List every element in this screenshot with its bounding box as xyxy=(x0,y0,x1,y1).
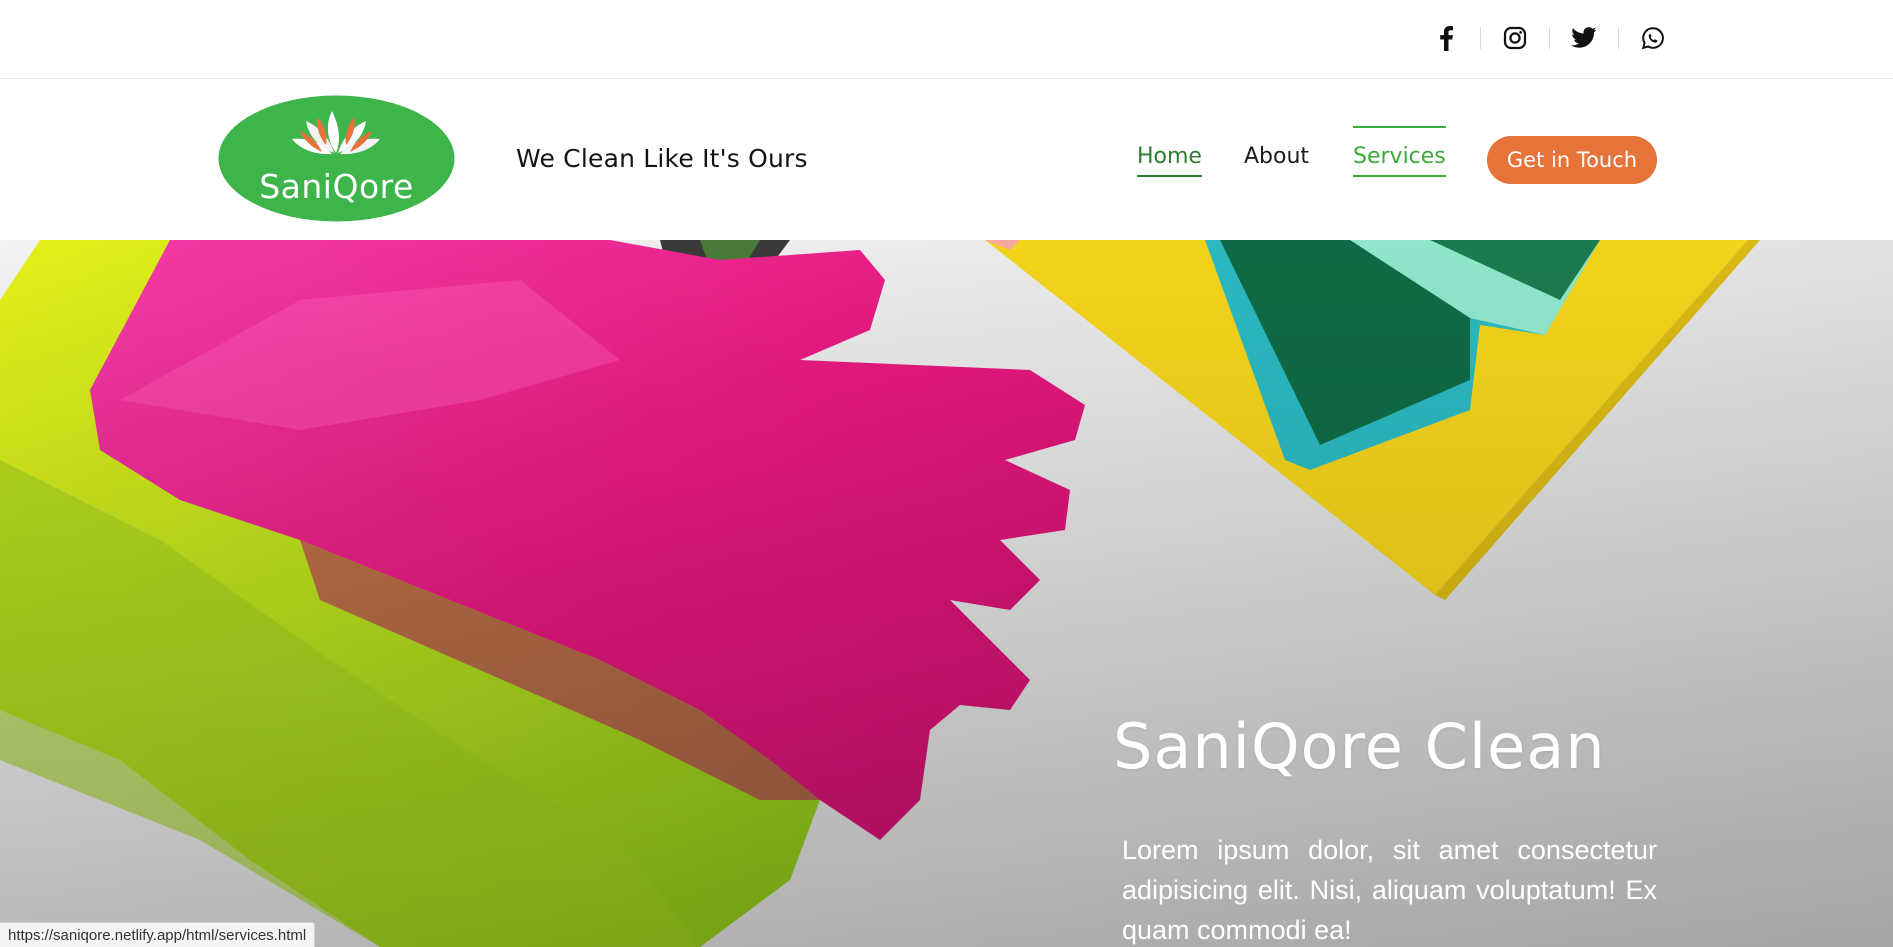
twitter-icon[interactable] xyxy=(1568,22,1600,54)
nav-about-link[interactable]: About xyxy=(1244,144,1309,175)
tagline: We Clean Like It's Ours xyxy=(516,144,808,173)
browser-status-bar: https://saniqore.netlify.app/html/servic… xyxy=(0,922,316,947)
nav-services-link[interactable]: Services xyxy=(1353,126,1446,177)
status-url: https://saniqore.netlify.app/html/servic… xyxy=(8,926,307,944)
facebook-icon[interactable] xyxy=(1430,22,1462,54)
divider xyxy=(1480,27,1481,49)
hero-section: SaniQore Clean Lorem ipsum dolor, sit am… xyxy=(0,240,1893,947)
divider xyxy=(1618,27,1619,49)
hero-title: SaniQore Clean xyxy=(1113,710,1606,783)
logo-text: SaniQore xyxy=(259,167,414,206)
whatsapp-icon[interactable] xyxy=(1637,22,1669,54)
nav-home-link[interactable]: Home xyxy=(1137,144,1202,177)
brand-logo[interactable]: SaniQore xyxy=(218,95,455,222)
divider xyxy=(1549,27,1550,49)
top-bar xyxy=(0,0,1893,79)
instagram-icon[interactable] xyxy=(1499,22,1531,54)
main-navbar: SaniQore We Clean Like It's Ours Home Ab… xyxy=(0,80,1893,240)
social-links xyxy=(1430,22,1669,54)
get-in-touch-button[interactable]: Get in Touch xyxy=(1487,136,1657,184)
hero-description: Lorem ipsum dolor, sit amet consectetur … xyxy=(1122,835,1657,945)
